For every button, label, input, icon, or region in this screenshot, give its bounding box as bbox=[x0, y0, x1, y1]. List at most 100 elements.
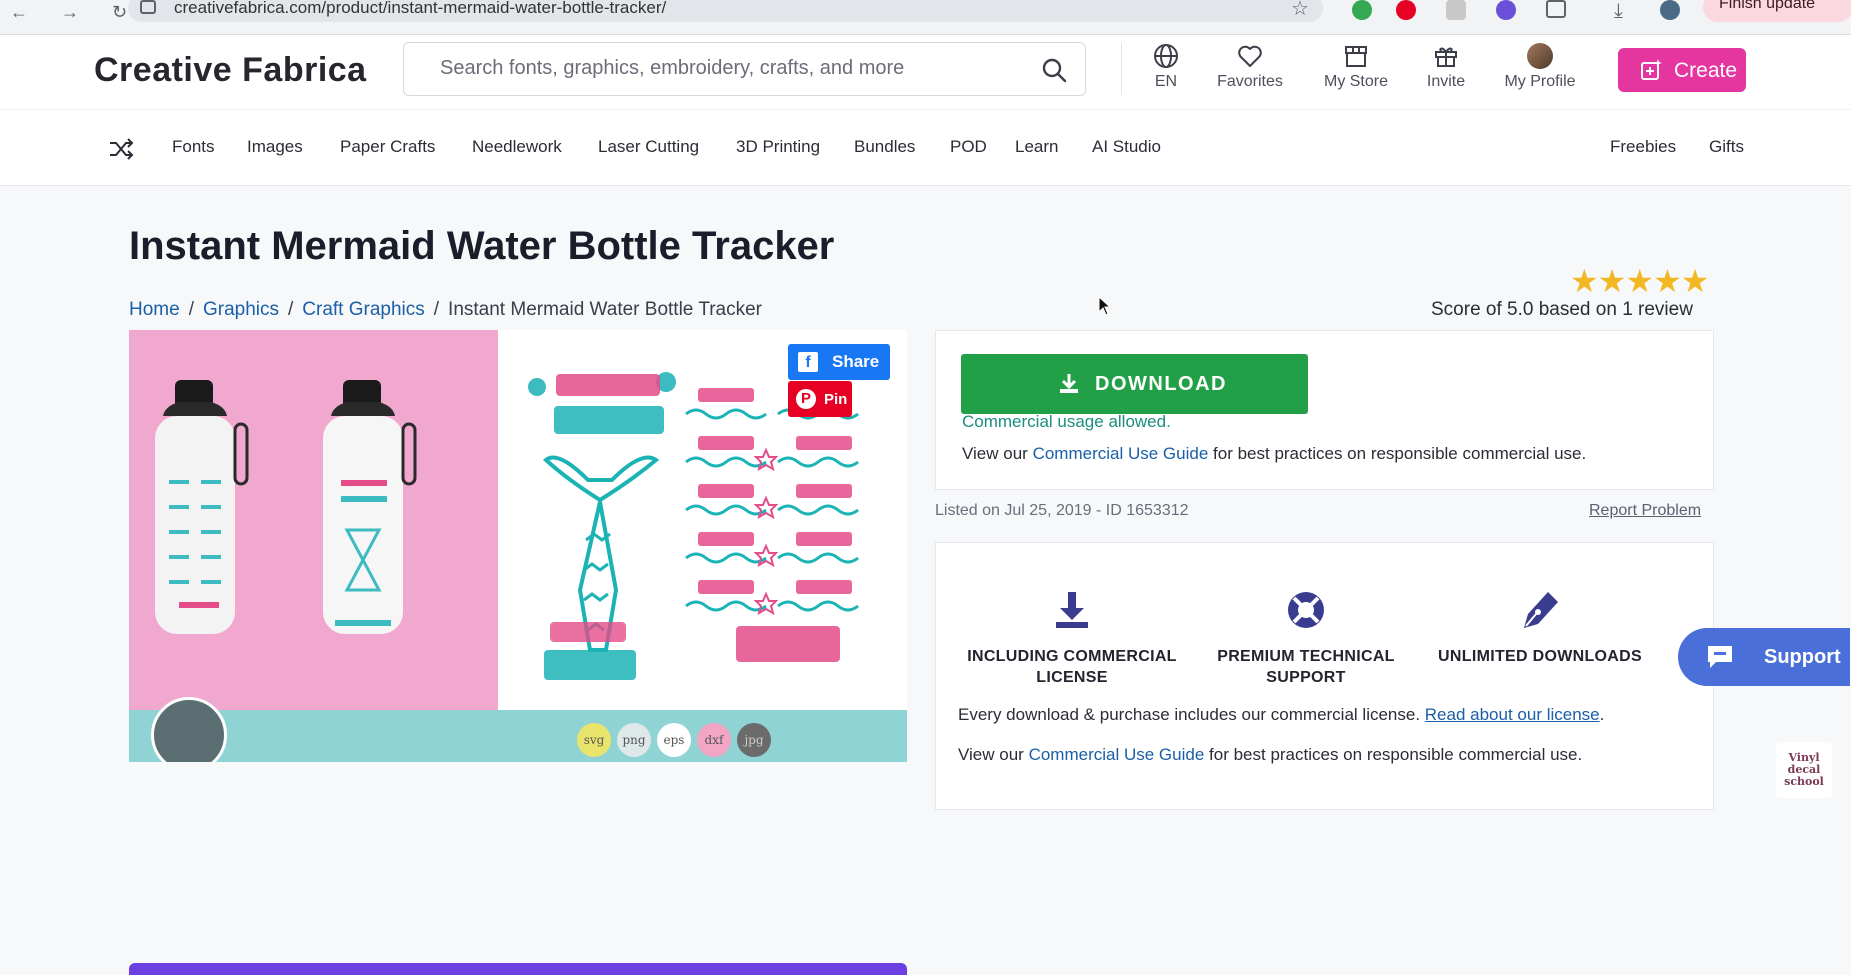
nav-item-fonts[interactable]: Fonts bbox=[172, 137, 215, 157]
feature-commercial-license: INCLUDING COMMERCIAL LICENSE bbox=[962, 588, 1182, 688]
read-license-link[interactable]: Read about our license bbox=[1425, 705, 1600, 724]
extension-icon[interactable] bbox=[1496, 0, 1516, 20]
category-nav: Fonts Images Paper Crafts Needlework Las… bbox=[0, 109, 1851, 186]
commercial-guide-text: View our Commercial Use Guide for best p… bbox=[962, 444, 1586, 464]
commercial-use-guide-link[interactable]: Commercial Use Guide bbox=[1033, 444, 1209, 463]
support-button[interactable]: Support bbox=[1678, 628, 1850, 686]
facebook-share-button[interactable]: f Share bbox=[788, 344, 890, 380]
water-bottles-illustration bbox=[155, 380, 417, 634]
invite-link[interactable]: Invite bbox=[1421, 43, 1471, 91]
search-icon[interactable] bbox=[1041, 57, 1067, 83]
site-info-icon[interactable] bbox=[140, 0, 156, 14]
guide-prefix: View our bbox=[958, 745, 1029, 764]
pinterest-extension-icon[interactable] bbox=[1396, 0, 1416, 20]
rating-score[interactable]: Score of 5.0 based on 1 review bbox=[1431, 299, 1693, 321]
breadcrumb-separator: / bbox=[433, 299, 440, 320]
invite-label: Invite bbox=[1426, 73, 1466, 90]
download-icon bbox=[1060, 374, 1078, 393]
pinterest-pin-button[interactable]: P Pin bbox=[788, 381, 852, 417]
address-bar[interactable]: creativefabrica.com/product/instant-merm… bbox=[128, 0, 1323, 22]
breadcrumb-current: Instant Mermaid Water Bottle Tracker bbox=[448, 299, 763, 320]
favorites-label: Favorites bbox=[1217, 73, 1283, 90]
url-text: creativefabrica.com/product/instant-merm… bbox=[174, 0, 667, 17]
format-strip bbox=[129, 710, 907, 762]
nav-item-gifts[interactable]: Gifts bbox=[1709, 137, 1744, 157]
breadcrumb-craft-graphics[interactable]: Craft Graphics bbox=[302, 299, 424, 320]
breadcrumb-home[interactable]: Home bbox=[129, 299, 180, 320]
nav-item-images[interactable]: Images bbox=[247, 137, 303, 157]
my-store-link[interactable]: My Store bbox=[1316, 43, 1396, 91]
pen-nib-icon bbox=[1524, 592, 1558, 628]
site-header: Creative Fabrica EN bbox=[0, 35, 1851, 109]
my-profile-link[interactable]: My Profile bbox=[1500, 43, 1580, 91]
purple-banner bbox=[129, 963, 907, 975]
report-problem-link[interactable]: Report Problem bbox=[1589, 502, 1701, 520]
nav-item-bundles[interactable]: Bundles bbox=[854, 137, 915, 157]
license-prefix: Every download & purchase includes our c… bbox=[958, 705, 1425, 724]
breadcrumb-separator: / bbox=[288, 299, 294, 320]
support-label: Support bbox=[1764, 645, 1841, 668]
store-icon bbox=[1345, 46, 1367, 67]
header-divider bbox=[1121, 43, 1122, 95]
site-logo[interactable]: Creative Fabrica bbox=[94, 51, 367, 90]
nav-item-learn[interactable]: Learn bbox=[1015, 137, 1058, 157]
rating-stars[interactable]: ★★★★★ bbox=[1570, 262, 1709, 300]
avatar[interactable] bbox=[1660, 0, 1680, 20]
extension-icon[interactable] bbox=[1446, 0, 1466, 20]
download-button[interactable]: DOWNLOAD bbox=[961, 354, 1308, 414]
listing-info: Listed on Jul 25, 2019 - ID 1653312 bbox=[935, 502, 1189, 519]
commercial-guide-text: View our Commercial Use Guide for best p… bbox=[958, 745, 1582, 765]
puzzle-icon[interactable] bbox=[1546, 0, 1566, 18]
nav-item-ai-studio[interactable]: AI Studio bbox=[1092, 137, 1161, 157]
feature-label: PREMIUM TECHNICAL SUPPORT bbox=[1217, 648, 1395, 686]
nav-item-freebies[interactable]: Freebies bbox=[1610, 137, 1676, 157]
page: ← → ↻ creativefabrica.com/product/instan… bbox=[0, 0, 1851, 975]
create-label: Create bbox=[1674, 59, 1738, 82]
commercial-usage-text: Commercial usage allowed. bbox=[962, 412, 1171, 431]
guide-suffix: for best practices on responsible commer… bbox=[1204, 745, 1583, 764]
download-icon[interactable]: ⤓ bbox=[1614, 0, 1634, 22]
language-selector[interactable]: EN bbox=[1146, 43, 1186, 91]
feature-technical-support: PREMIUM TECHNICAL SUPPORT bbox=[1196, 588, 1416, 688]
my-store-label: My Store bbox=[1323, 73, 1388, 90]
facebook-icon: f bbox=[798, 352, 818, 372]
search-box[interactable] bbox=[403, 42, 1086, 96]
format-badge-svg: svg bbox=[577, 723, 611, 757]
format-badge-jpg: jpg bbox=[737, 723, 771, 757]
create-icon bbox=[1641, 59, 1662, 80]
download-tray-icon bbox=[1056, 592, 1088, 628]
breadcrumb-graphics[interactable]: Graphics bbox=[203, 299, 279, 320]
my-profile-label: My Profile bbox=[1504, 73, 1576, 90]
pinterest-icon: P bbox=[796, 389, 816, 409]
finish-update-button[interactable]: Finish update bbox=[1703, 0, 1851, 22]
browser-nav-icons[interactable]: ← → ↻ bbox=[10, 2, 141, 23]
commercial-use-guide-link[interactable]: Commercial Use Guide bbox=[1029, 745, 1205, 764]
chat-bubble-icon bbox=[1708, 646, 1732, 668]
nav-item-laser-cutting[interactable]: Laser Cutting bbox=[598, 137, 699, 157]
nav-item-needlework[interactable]: Needlework bbox=[472, 137, 562, 157]
watermark-logo: Vinyl decal school bbox=[1776, 742, 1832, 798]
browser-toolbar: ← → ↻ creativefabrica.com/product/instan… bbox=[0, 0, 1851, 35]
format-badge-png: png bbox=[617, 723, 651, 757]
feature-unlimited-downloads: UNLIMITED DOWNLOADS bbox=[1430, 588, 1650, 667]
search-input[interactable] bbox=[440, 57, 1020, 80]
heart-icon bbox=[1238, 45, 1262, 67]
extension-icon[interactable] bbox=[1352, 0, 1372, 20]
gift-icon bbox=[1435, 47, 1457, 67]
language-label: EN bbox=[1154, 73, 1178, 90]
nav-item-3d-printing[interactable]: 3D Printing bbox=[736, 137, 820, 157]
breadcrumb: Home / Graphics / Craft Graphics / Instant Mer… bbox=[129, 299, 762, 321]
guide-suffix: for best practices on responsible commer… bbox=[1208, 444, 1587, 463]
nav-item-pod[interactable]: POD bbox=[950, 137, 987, 157]
create-button[interactable]: Create bbox=[1618, 48, 1746, 92]
globe-icon bbox=[1154, 44, 1178, 68]
bookmark-star-icon[interactable]: ☆ bbox=[1291, 0, 1309, 21]
lifebuoy-icon bbox=[1288, 592, 1324, 628]
favorites-link[interactable]: Favorites bbox=[1210, 43, 1290, 91]
nav-item-paper-crafts[interactable]: Paper Crafts bbox=[340, 137, 435, 157]
shuffle-icon[interactable] bbox=[108, 136, 134, 162]
license-suffix: . bbox=[1599, 705, 1605, 724]
license-text: Every download & purchase includes our c… bbox=[958, 705, 1604, 725]
format-badge-eps: eps bbox=[657, 723, 691, 757]
breadcrumb-separator: / bbox=[188, 299, 194, 320]
